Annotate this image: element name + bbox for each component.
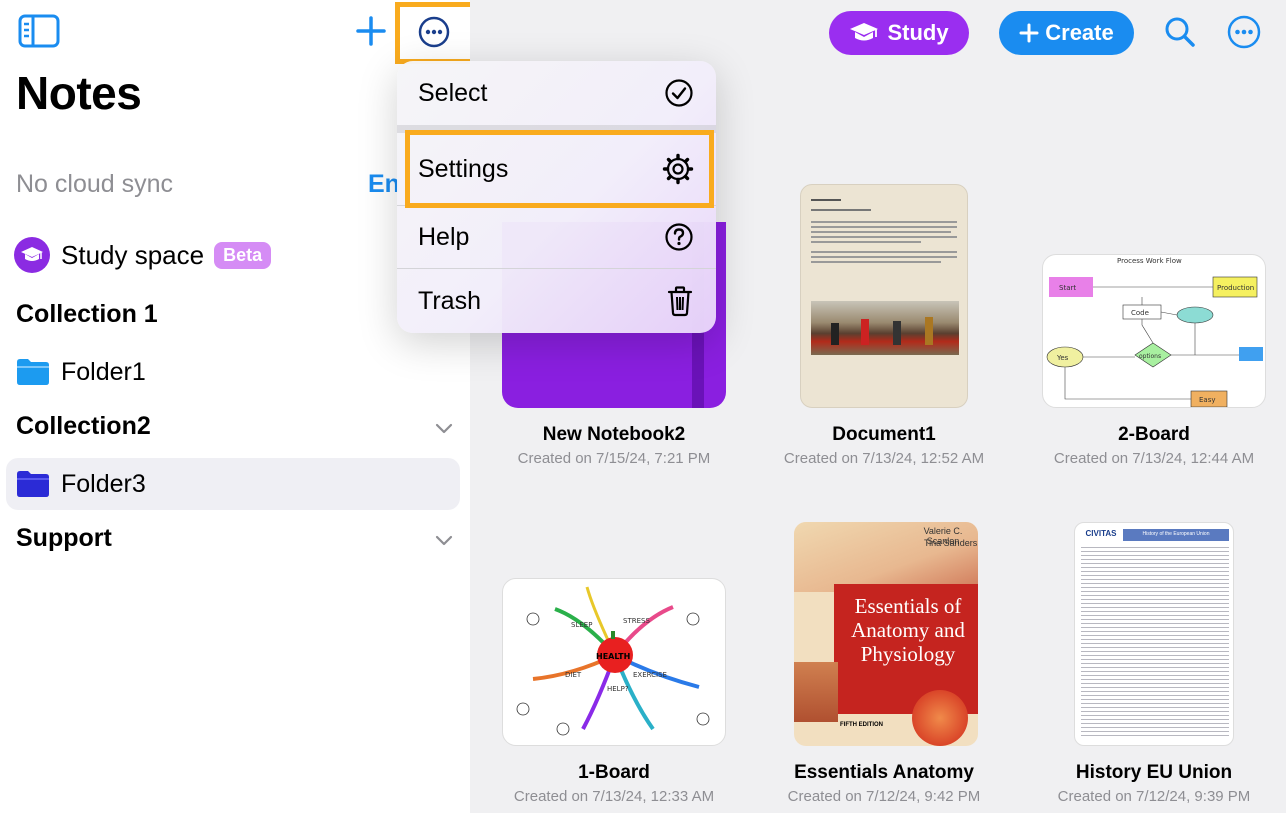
book-title-line: Anatomy and bbox=[851, 618, 965, 642]
book-title-line: Essentials of bbox=[854, 594, 962, 618]
notebook-card[interactable]: Valerie C. Scanlon Tina Sanders Essentia… bbox=[754, 0, 1014, 813]
notebook-title: 1-Board bbox=[578, 762, 650, 783]
book-title-line: Physiology bbox=[860, 642, 956, 666]
support-header[interactable]: Support bbox=[16, 524, 112, 553]
book-author: Tina Sanders bbox=[924, 538, 978, 548]
eu-header: History of the European Union bbox=[1123, 529, 1229, 541]
trash-icon bbox=[667, 286, 693, 317]
book-cover-thumbnail: Valerie C. Scanlon Tina Sanders Essentia… bbox=[794, 522, 978, 746]
notebook-title: Essentials Anatomy bbox=[794, 762, 974, 783]
sidebar-item-label: Study space bbox=[61, 239, 205, 270]
notebook-title: History EU Union bbox=[1075, 762, 1233, 783]
page-title: Notes bbox=[16, 67, 142, 119]
folder-label: Folder1 bbox=[61, 357, 146, 386]
document-thumbnail: CIVITAS History of the European Union bbox=[1074, 522, 1234, 746]
notebook-date: Created on 7/13/24, 12:33 AM bbox=[513, 788, 715, 805]
menu-item-label: Help bbox=[418, 222, 470, 251]
folder-label: Folder3 bbox=[61, 469, 146, 498]
chevron-down-icon[interactable] bbox=[434, 418, 454, 438]
menu-item-label: Trash bbox=[418, 286, 481, 315]
mindmap-thumbnail: HEALTH SLEEP STRESS DIET EXERCISE HELP? bbox=[502, 578, 726, 746]
mindmap-branch: STRESS bbox=[623, 617, 650, 625]
folder-icon bbox=[17, 471, 49, 497]
mindmap-branch: DIET bbox=[565, 671, 582, 679]
settings-highlight bbox=[405, 130, 714, 208]
add-icon[interactable] bbox=[352, 12, 390, 52]
menu-item-trash[interactable]: Trash bbox=[397, 269, 716, 333]
collection-header[interactable]: Collection2 bbox=[16, 412, 151, 441]
mindmap-center: HEALTH bbox=[596, 652, 630, 661]
sidebar-item-folder3[interactable]: Folder3 bbox=[6, 458, 460, 510]
more-options-icon[interactable] bbox=[417, 15, 451, 49]
sidebar-item-study-space[interactable]: Study space Beta bbox=[14, 236, 272, 274]
sidebar-toggle-icon[interactable] bbox=[18, 14, 60, 48]
book-edition: FIFTH EDITION bbox=[840, 722, 883, 728]
menu-item-select[interactable]: Select bbox=[397, 61, 716, 125]
mindmap-branch: HELP? bbox=[607, 685, 629, 693]
question-circle-icon bbox=[665, 223, 693, 251]
notebook-card[interactable]: CIVITAS History of the European Union Hi… bbox=[1024, 0, 1284, 813]
notebook-date: Created on 7/12/24, 9:39 PM bbox=[1057, 788, 1251, 805]
cloud-sync-status: No cloud sync bbox=[16, 170, 174, 198]
beta-badge: Beta bbox=[214, 241, 272, 269]
notebook-date: Created on 7/12/24, 9:42 PM bbox=[787, 788, 981, 805]
sidebar-item-folder1[interactable]: Folder1 bbox=[6, 346, 460, 398]
mindmap-branch: SLEEP bbox=[571, 621, 592, 629]
cloud-sync-enable-link[interactable]: En bbox=[368, 170, 400, 199]
mindmap-branch: EXERCISE bbox=[633, 671, 667, 679]
menu-item-label: Select bbox=[418, 78, 488, 107]
menu-item-help[interactable]: Help bbox=[397, 206, 716, 268]
collection-header[interactable]: Collection 1 bbox=[16, 300, 158, 329]
checkmark-circle-icon bbox=[665, 79, 693, 107]
graduation-cap-icon bbox=[14, 237, 50, 273]
folder-icon bbox=[17, 359, 49, 385]
eu-brand: CIVITAS bbox=[1085, 529, 1117, 538]
chevron-down-icon[interactable] bbox=[434, 530, 454, 550]
